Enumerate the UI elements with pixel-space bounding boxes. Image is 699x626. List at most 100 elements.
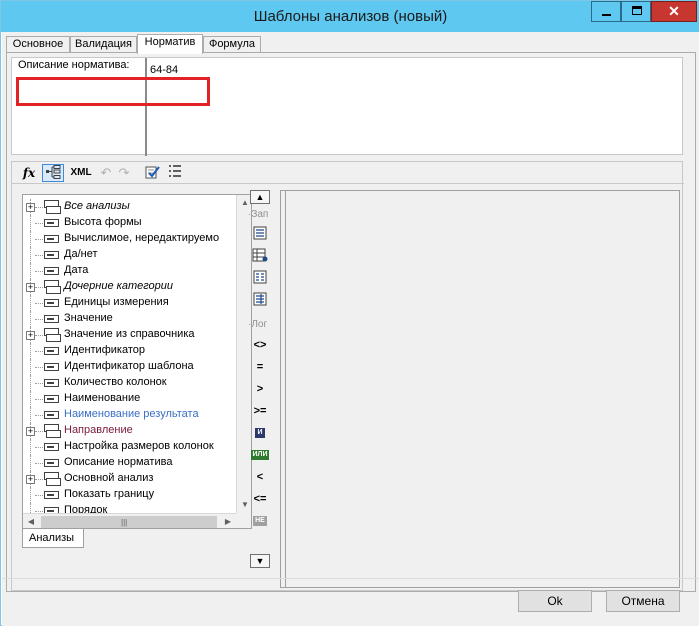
expand-icon[interactable]: +: [26, 427, 35, 436]
palette-scroll-down-icon[interactable]: ▼: [250, 554, 270, 568]
tab-validation[interactable]: Валидация: [70, 36, 137, 53]
op-equal[interactable]: =: [248, 358, 272, 376]
tree-item-label: Дочерние категории: [64, 280, 174, 292]
field-icon: [44, 363, 59, 371]
tree-item-label: Показать границу: [64, 488, 155, 500]
op-and[interactable]: И: [248, 424, 272, 442]
field-icon: [44, 411, 59, 419]
title-bar[interactable]: Шаблоны анализов (новый) ✕: [1, 1, 699, 32]
validate-check-icon[interactable]: [142, 164, 162, 182]
close-button[interactable]: ✕: [651, 1, 697, 22]
insert-field-icon[interactable]: [248, 270, 272, 288]
insert-value-icon[interactable]: [248, 292, 272, 310]
tab-analyses[interactable]: Анализы: [22, 529, 84, 548]
dialog-window: Шаблоны анализов (новый) ✕ Основное Вали…: [0, 0, 699, 626]
tree-item[interactable]: Да/нет: [23, 247, 236, 263]
field-icon: [44, 459, 59, 467]
ok-button[interactable]: Ok: [518, 590, 592, 612]
tree-item[interactable]: Идентификатор шаблона: [23, 359, 236, 375]
expand-icon[interactable]: +: [26, 475, 35, 484]
field-icon: [44, 219, 59, 227]
function-button[interactable]: fx: [20, 164, 38, 182]
palette-group-logic: ·Лог: [248, 319, 268, 330]
palette-scroll-up-icon[interactable]: ▲: [250, 190, 270, 204]
xml-button[interactable]: XML: [68, 164, 94, 182]
tree-connector: [30, 295, 31, 311]
insert-table-icon[interactable]: [248, 248, 272, 266]
field-icon: [44, 443, 59, 451]
tree-connector: [30, 455, 31, 471]
tab-formula[interactable]: Формула: [203, 36, 261, 53]
op-not[interactable]: НЕ: [248, 512, 272, 530]
formula-canvas[interactable]: [280, 190, 680, 588]
tree-item-label: Все анализы: [64, 200, 130, 212]
expand-icon[interactable]: +: [26, 331, 35, 340]
horizontal-scroll-thumb[interactable]: |||: [41, 516, 217, 528]
scroll-right-icon[interactable]: ▶: [220, 514, 236, 528]
scroll-left-icon[interactable]: ◀: [23, 514, 39, 528]
norm-description-input[interactable]: 64-84: [150, 64, 178, 76]
tree-item[interactable]: Вычислимое, нередактируемо: [23, 231, 236, 247]
tree-connector: [30, 359, 31, 375]
tree-item[interactable]: + Дочерние категории: [23, 279, 236, 295]
op-greater-equal[interactable]: >=: [248, 402, 272, 420]
tree-item[interactable]: + Основной анализ: [23, 471, 236, 487]
undo-icon[interactable]: ↶: [98, 164, 114, 182]
tree-connector: [30, 391, 31, 407]
op-less-equal[interactable]: <=: [248, 490, 272, 508]
tree-item-label: Направление: [64, 424, 133, 436]
tree-item[interactable]: Высота формы: [23, 215, 236, 231]
field-group-icon: [44, 424, 61, 438]
field-icon: [44, 491, 59, 499]
tree-item[interactable]: Настройка размеров колонок: [23, 439, 236, 455]
tree-item-label: Настройка размеров колонок: [64, 440, 214, 452]
maximize-button[interactable]: [621, 1, 651, 22]
minimize-button[interactable]: [591, 1, 621, 22]
field-icon: [44, 299, 59, 307]
column-divider[interactable]: [145, 58, 147, 156]
tree-item[interactable]: Единицы измерения: [23, 295, 236, 311]
tree-item[interactable]: Наименование результата: [23, 407, 236, 423]
tree-item[interactable]: Показать границу: [23, 487, 236, 503]
tree-connector: [30, 439, 31, 455]
tree-item-label: Основной анализ: [64, 472, 154, 484]
field-icon: [44, 235, 59, 243]
op-not-equal[interactable]: <>: [248, 336, 272, 354]
tree-item[interactable]: Дата: [23, 263, 236, 279]
list-icon[interactable]: [166, 164, 184, 182]
maximize-icon: [632, 6, 642, 15]
expand-icon[interactable]: +: [26, 283, 35, 292]
tree-view-button[interactable]: [42, 164, 64, 182]
expand-icon[interactable]: +: [26, 203, 35, 212]
canvas-workspace[interactable]: [285, 191, 677, 587]
tree-item-label: Единицы измерения: [64, 296, 169, 308]
op-not-label: НЕ: [253, 516, 267, 527]
analysis-tree[interactable]: + Все анализы Высота формы Вычислимое, нере…: [22, 194, 252, 529]
redo-icon[interactable]: ↷: [116, 164, 132, 182]
tree-horizontal-scrollbar[interactable]: ◀ ||| ▶: [23, 513, 236, 528]
tree-item[interactable]: Наименование: [23, 391, 236, 407]
tree-item[interactable]: + Все анализы: [23, 199, 236, 215]
tree-item[interactable]: + Направление: [23, 423, 236, 439]
cancel-button[interactable]: Отмена: [606, 590, 680, 612]
tree-item[interactable]: Идентификатор: [23, 343, 236, 359]
editor-toolbar: fx XML ↶ ↷: [12, 162, 684, 184]
norm-description-grid: Описание норматива: 64-84: [11, 57, 683, 156]
op-greater[interactable]: >: [248, 380, 272, 398]
tree-item[interactable]: Значение: [23, 311, 236, 327]
formula-editor: fx XML ↶ ↷ + Все анализы Высота формы Вы…: [11, 161, 684, 591]
op-less[interactable]: <: [248, 468, 272, 486]
tree-item[interactable]: Количество колонок: [23, 375, 236, 391]
tree-connector: [30, 343, 31, 359]
grip-icon: |||: [121, 518, 128, 527]
tree-view-icon: [46, 165, 61, 179]
tab-normativ[interactable]: Норматив: [137, 34, 203, 54]
op-or[interactable]: ИЛИ: [248, 446, 272, 464]
tree-item[interactable]: Описание норматива: [23, 455, 236, 471]
tree-item-label: Наименование: [64, 392, 141, 404]
tab-osnovnoe[interactable]: Основное: [6, 36, 70, 53]
tree-connector: [30, 247, 31, 263]
tree-connector: [30, 263, 31, 279]
insert-function-icon[interactable]: [248, 226, 272, 244]
tree-item[interactable]: + Значение из справочника: [23, 327, 236, 343]
